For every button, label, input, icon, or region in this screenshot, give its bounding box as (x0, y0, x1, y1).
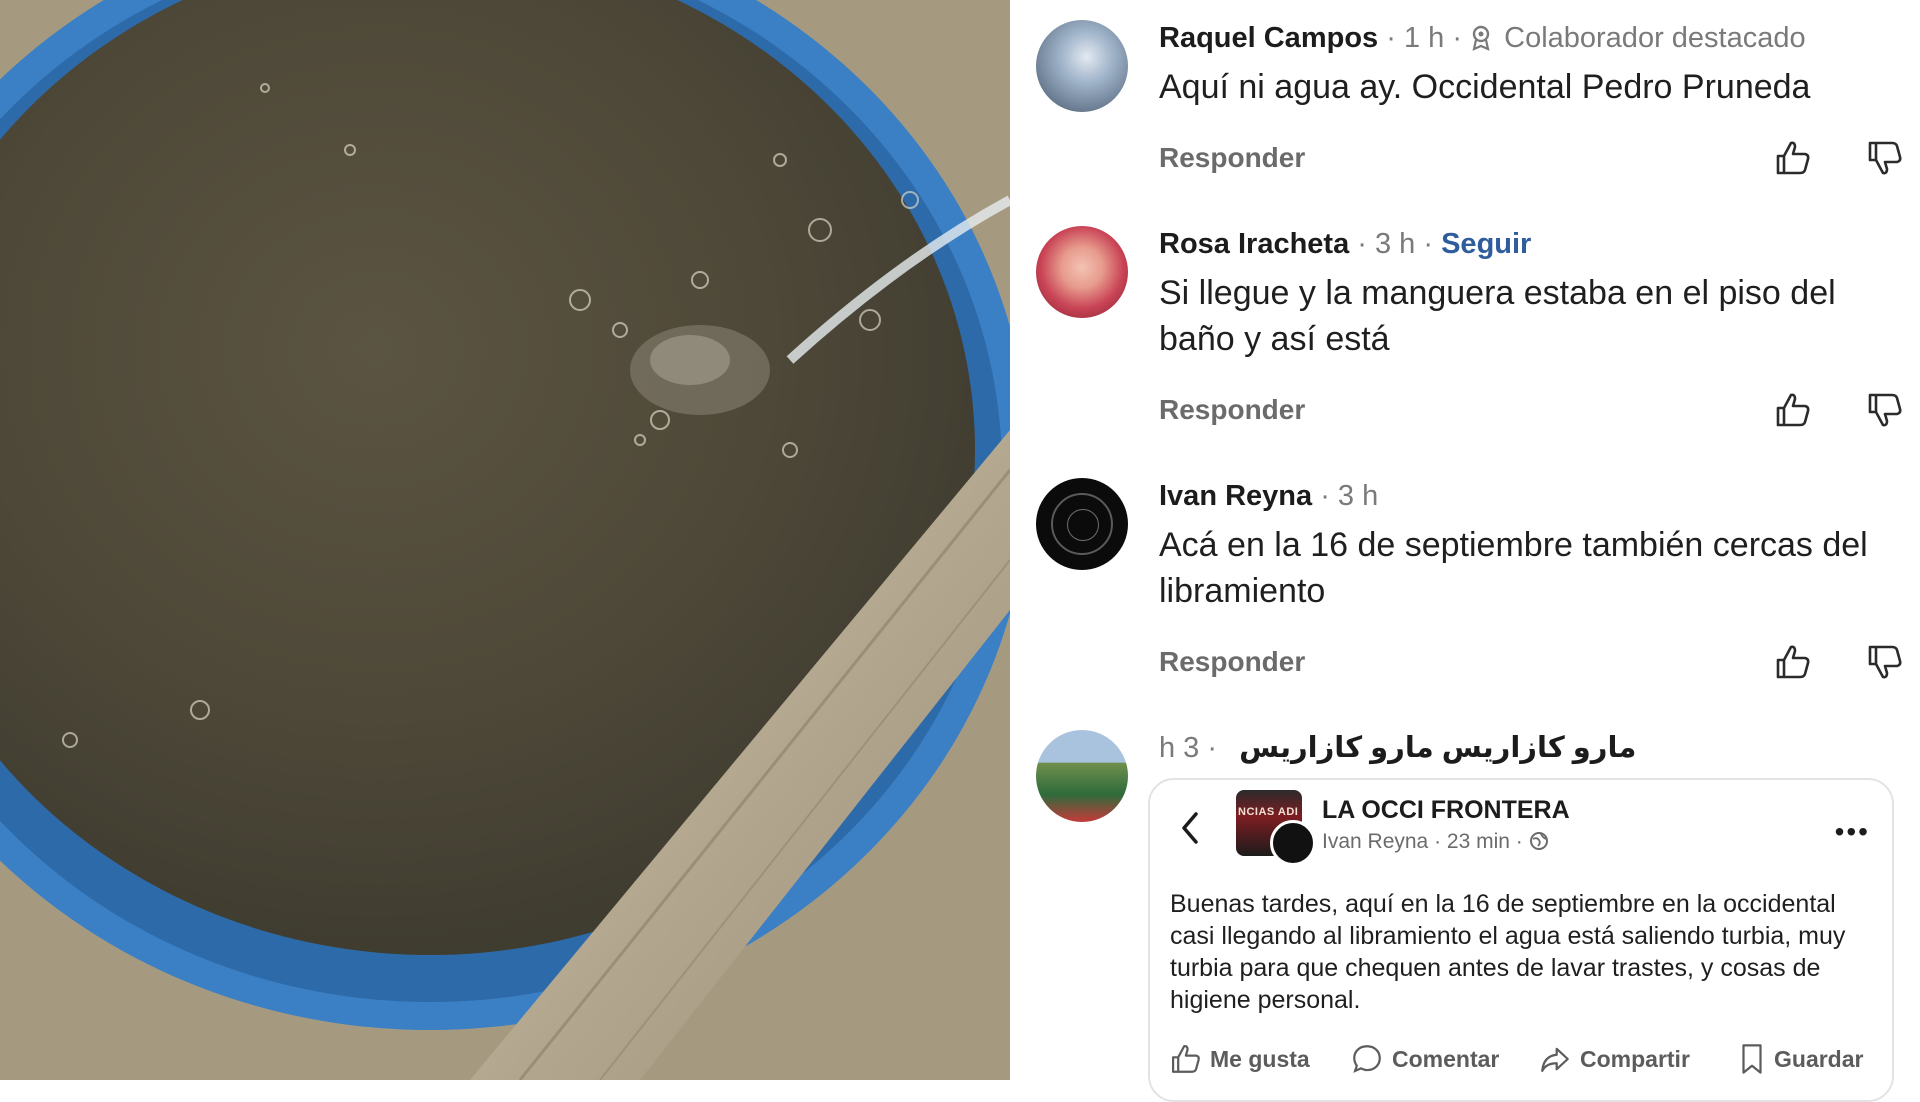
share-label: Compartir (1580, 1045, 1690, 1072)
author-name[interactable]: Rosa Iracheta (1159, 228, 1349, 260)
thumbs-up-icon[interactable] (1772, 138, 1812, 178)
reply-button[interactable]: Responder (1159, 646, 1305, 678)
save-label: Guardar (1774, 1045, 1864, 1072)
page-name[interactable]: LA OCCI FRONTERA (1322, 796, 1570, 825)
post-action-bar: Me gusta Comentar Compartir Guardar (1150, 1042, 1892, 1092)
comment-meta: Ivan Reyna · 3 h (1159, 480, 1379, 512)
reply-button[interactable]: Responder (1159, 394, 1305, 426)
post-text: Buenas tardes, aquí en la 16 de septiemb… (1170, 890, 1846, 1014)
thumbs-down-icon[interactable] (1864, 138, 1904, 178)
comment-meta: h 3 · مارو كازاريس مارو كازاريس (1159, 730, 1919, 766)
avatar[interactable] (1036, 226, 1128, 318)
like-icon (1171, 1045, 1200, 1073)
thumbs-up-icon[interactable] (1772, 642, 1812, 682)
reply-button[interactable]: Responder (1159, 142, 1305, 174)
comment-meta: Rosa Iracheta · 3 h · Seguir (1159, 228, 1532, 260)
page-logo-text: NCIAS ADI (1238, 806, 1299, 818)
water-barrel-image (0, 0, 1010, 1080)
like-label: Me gusta (1210, 1045, 1310, 1072)
post-photo (0, 0, 1010, 1080)
comment-time: h 3 · (1159, 732, 1218, 764)
avatar[interactable] (1036, 478, 1128, 570)
post-time: 23 min (1446, 830, 1510, 853)
more-icon[interactable]: ••• (1835, 816, 1870, 848)
share-button[interactable]: Compartir (1538, 1042, 1690, 1076)
back-arrow-icon[interactable] (1178, 808, 1202, 848)
badge-icon (1472, 25, 1490, 51)
follow-button[interactable]: Seguir (1441, 228, 1531, 260)
save-button[interactable]: Guardar (1738, 1042, 1863, 1076)
like-button[interactable]: Me gusta (1168, 1042, 1310, 1076)
bookmark-icon (1742, 1044, 1762, 1074)
comment-label: Comentar (1392, 1045, 1500, 1072)
comment-time: 3 h (1374, 228, 1416, 260)
post-meta: Ivan Reyna · 23 min · (1322, 830, 1549, 854)
globe-icon (1529, 832, 1548, 850)
author-name[interactable]: Ivan Reyna (1159, 480, 1312, 512)
author-name[interactable]: مارو كازاريس مارو كازاريس (1239, 732, 1636, 764)
comment-meta: Raquel Campos · 1 h · Colaborador destac… (1159, 22, 1806, 54)
comment-button[interactable]: Comentar (1350, 1042, 1499, 1076)
thumbs-down-icon[interactable] (1864, 390, 1904, 430)
avatar[interactable] (1036, 20, 1128, 112)
comment-text: Aquí ni agua ay. Occidental Pedro Pruned… (1159, 68, 1811, 106)
comment-icon (1353, 1045, 1381, 1073)
shared-post-card[interactable]: NCIAS ADI LA OCCI FRONTERA Ivan Reyna · … (1148, 778, 1894, 1102)
author-name[interactable]: Raquel Campos (1159, 22, 1378, 54)
comment-time: 1 h (1403, 22, 1445, 54)
share-icon (1541, 1047, 1569, 1073)
avatar[interactable] (1036, 730, 1128, 822)
thumbs-down-icon[interactable] (1864, 642, 1904, 682)
comment-text: Acá en la 16 de septiembre también cerca… (1159, 526, 1868, 610)
post-author[interactable]: Ivan Reyna (1322, 830, 1428, 853)
comment-time: 3 h (1337, 480, 1379, 512)
author-mini-avatar (1270, 820, 1316, 866)
comment-text: Si llegue y la manguera estaba en el pis… (1159, 274, 1836, 358)
thumbs-up-icon[interactable] (1772, 390, 1812, 430)
contributor-badge: Colaborador destacado (1504, 22, 1806, 54)
